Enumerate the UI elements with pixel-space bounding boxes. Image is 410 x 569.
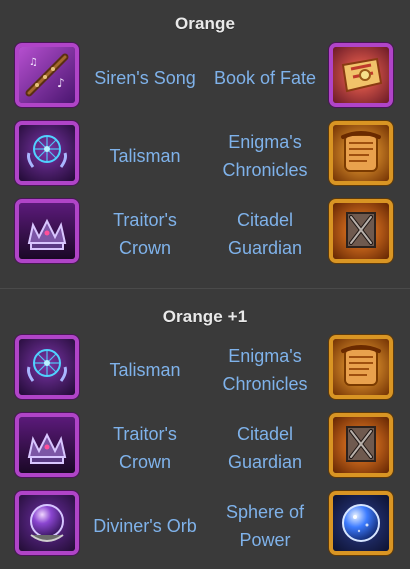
- artifact-row: Talisman Enigma's Chronicles: [0, 121, 410, 191]
- citadel-guardian-icon[interactable]: [329, 199, 393, 263]
- artifact-name[interactable]: Sphere of Power: [206, 498, 324, 554]
- artifact-row: Traitor's Crown Citadel Guardian: [0, 199, 410, 269]
- artifact-name[interactable]: Citadel Guardian: [206, 420, 324, 476]
- artifact-row: Traitor's Crown Citadel Guardian: [0, 413, 410, 483]
- svg-text:♪: ♪: [57, 76, 65, 90]
- artifact-row: Talisman Enigma's Chronicles: [0, 335, 410, 405]
- book-of-fate-icon[interactable]: [329, 43, 393, 107]
- artifact-name[interactable]: Talisman: [86, 142, 204, 170]
- artifact-name[interactable]: Enigma's Chronicles: [206, 128, 324, 184]
- artifact-name[interactable]: Siren's Song: [86, 64, 204, 92]
- artifact-name[interactable]: Talisman: [86, 356, 204, 384]
- traitors-crown-icon[interactable]: [15, 199, 79, 263]
- artifact-row: ♪ ♫ Siren's Song Book of Fate: [0, 43, 410, 113]
- enigmas-chronicles-icon[interactable]: [329, 335, 393, 399]
- section-title-orange: Orange: [174, 14, 236, 33]
- traitors-crown-icon[interactable]: [15, 413, 79, 477]
- artifact-name[interactable]: Traitor's Crown: [86, 206, 204, 262]
- citadel-guardian-icon[interactable]: [329, 413, 393, 477]
- section-divider: [0, 288, 410, 289]
- artifact-name[interactable]: Diviner's Orb: [86, 512, 204, 540]
- talisman-icon[interactable]: [15, 121, 79, 185]
- artifact-name[interactable]: Enigma's Chronicles: [206, 342, 324, 398]
- talisman-icon[interactable]: [15, 335, 79, 399]
- diviners-orb-icon[interactable]: [15, 491, 79, 555]
- artifact-name[interactable]: Book of Fate: [206, 64, 324, 92]
- artifact-name[interactable]: Citadel Guardian: [206, 206, 324, 262]
- artifact-row: Diviner's Orb Sphere of Power: [0, 491, 410, 561]
- siren-song-icon[interactable]: ♪ ♫: [15, 43, 79, 107]
- svg-text:♫: ♫: [29, 57, 38, 68]
- artifact-name[interactable]: Traitor's Crown: [86, 420, 204, 476]
- enigmas-chronicles-icon[interactable]: [329, 121, 393, 185]
- sphere-of-power-icon[interactable]: [329, 491, 393, 555]
- section-title-orange-plus-one: Orange +1: [162, 307, 248, 326]
